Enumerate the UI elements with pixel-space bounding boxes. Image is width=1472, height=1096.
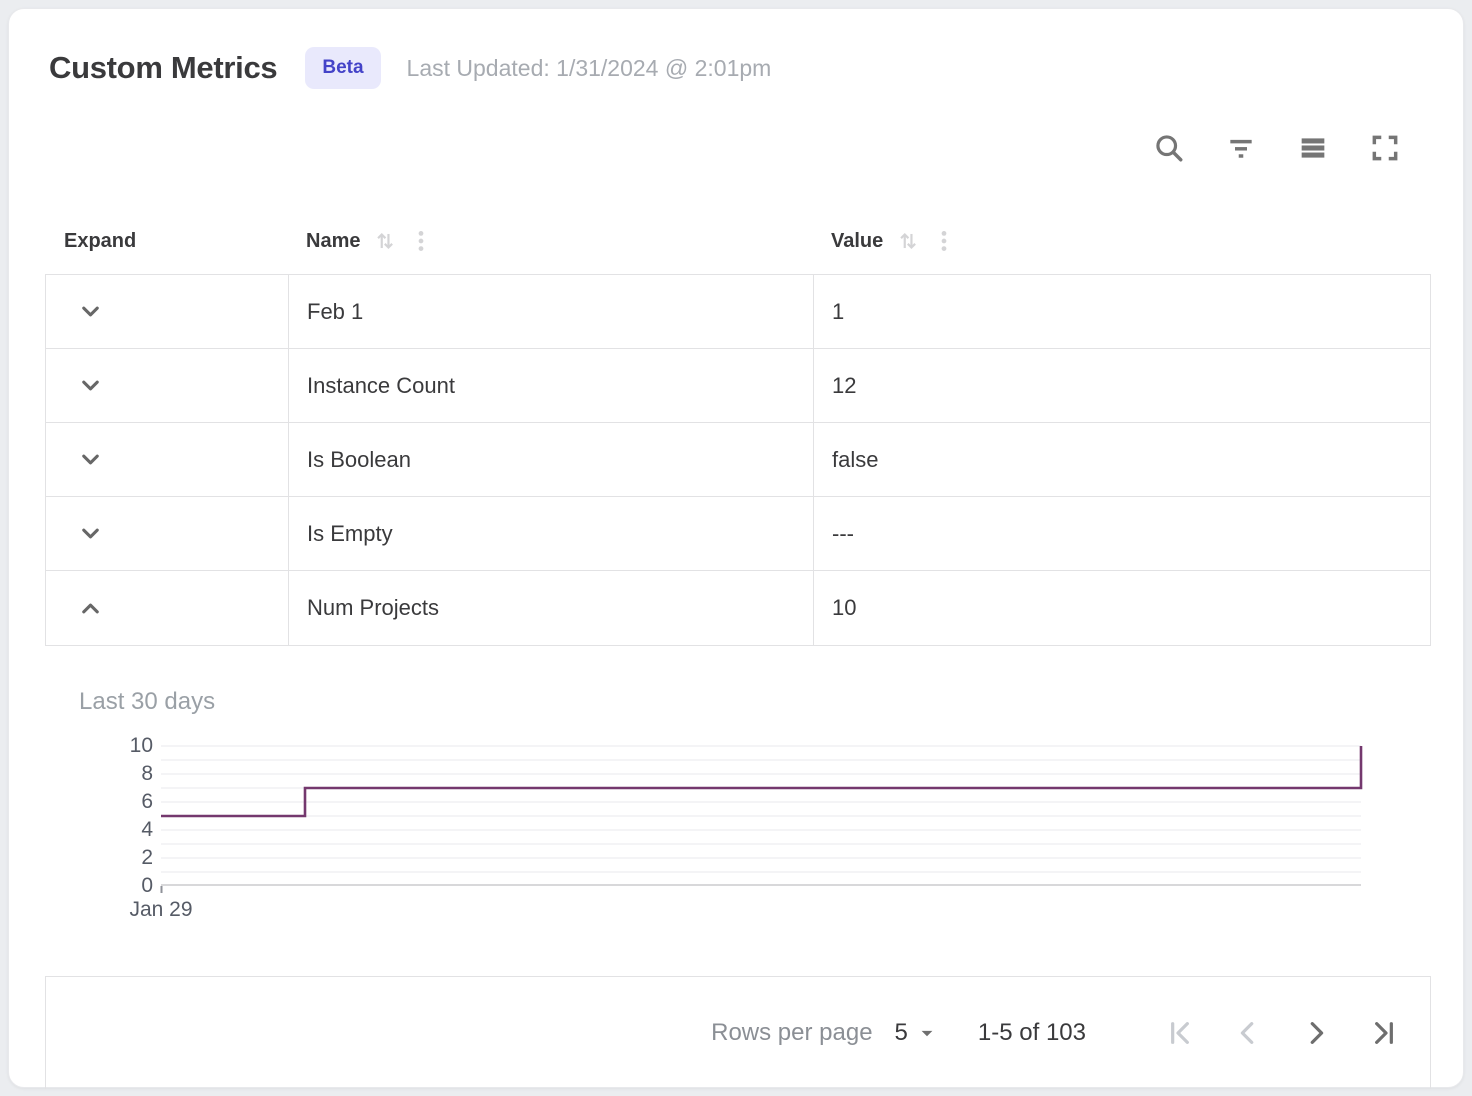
expand-chevron-icon[interactable] (77, 298, 104, 325)
chart-plot-svg (161, 746, 1361, 886)
value-cell: 1 (814, 275, 1430, 348)
table-row: Num Projects 10 (46, 571, 1430, 645)
chart: 0246810 Jan 29 (45, 746, 1431, 886)
table-body: Feb 1 1 Instance Count 12 Is Boolean fal… (45, 274, 1431, 646)
column-menu-icon[interactable] (408, 228, 434, 254)
column-header-value[interactable]: Value (813, 228, 1431, 254)
name-cell: Instance Count (289, 349, 814, 422)
value-cell: 10 (814, 571, 1430, 645)
chart-title: Last 30 days (79, 688, 1431, 716)
y-tick-label: 4 (141, 818, 153, 842)
expand-chevron-icon[interactable] (77, 595, 104, 622)
column-label: Expand (64, 230, 136, 253)
chart-plot: Jan 29 (161, 746, 1361, 886)
sort-icon[interactable] (372, 228, 398, 254)
table-row: Feb 1 1 (46, 275, 1430, 349)
table-toolbar (1153, 132, 1401, 164)
y-tick-label: 8 (141, 762, 153, 786)
fullscreen-icon[interactable] (1369, 132, 1401, 164)
last-updated-text: Last Updated: 1/31/2024 @ 2:01pm (407, 55, 772, 82)
y-axis-labels: 0246810 (45, 746, 153, 886)
column-menu-icon[interactable] (931, 228, 957, 254)
table-row: Is Boolean false (46, 423, 1430, 497)
y-tick-label: 6 (141, 790, 153, 814)
detail-panel: Last 30 days 0246810 Jan 29 (45, 646, 1431, 886)
column-label: Value (831, 230, 883, 253)
pagination-footer: Rows per page 5 1-5 of 103 (45, 976, 1431, 1089)
name-cell: Is Boolean (289, 423, 814, 496)
card-header: Custom Metrics Beta Last Updated: 1/31/2… (49, 47, 771, 89)
value-cell: false (814, 423, 1430, 496)
table-row: Instance Count 12 (46, 349, 1430, 423)
table-row: Is Empty --- (46, 497, 1430, 571)
value-cell: 12 (814, 349, 1430, 422)
next-page-button[interactable] (1300, 1017, 1332, 1049)
filter-icon[interactable] (1225, 132, 1257, 164)
expand-cell (46, 275, 289, 348)
expand-cell (46, 423, 289, 496)
name-cell: Num Projects (289, 571, 814, 645)
y-tick-label: 0 (141, 874, 153, 898)
y-tick-label: 2 (141, 846, 153, 870)
column-label: Name (306, 230, 360, 253)
expand-chevron-icon[interactable] (77, 372, 104, 399)
expand-cell (46, 497, 289, 570)
rows-per-page-select[interactable]: 5 (895, 1019, 908, 1047)
page-title: Custom Metrics (49, 50, 277, 86)
y-tick-label: 10 (130, 734, 153, 758)
expand-cell (46, 349, 289, 422)
table-header-row: Expand Name Value (45, 211, 1431, 271)
column-header-name[interactable]: Name (288, 228, 813, 254)
name-cell: Feb 1 (289, 275, 814, 348)
search-icon[interactable] (1153, 132, 1185, 164)
custom-metrics-card: Custom Metrics Beta Last Updated: 1/31/2… (8, 8, 1464, 1088)
value-cell: --- (814, 497, 1430, 570)
sort-icon[interactable] (895, 228, 921, 254)
first-page-button[interactable] (1164, 1017, 1196, 1049)
expand-chevron-icon[interactable] (77, 446, 104, 473)
rows-per-page-label: Rows per page (711, 1019, 872, 1047)
column-header-expand: Expand (45, 230, 288, 253)
last-page-button[interactable] (1368, 1017, 1400, 1049)
density-icon[interactable] (1297, 132, 1329, 164)
x-axis-label: Jan 29 (129, 898, 192, 922)
expand-chevron-icon[interactable] (77, 520, 104, 547)
caret-down-icon[interactable] (914, 1020, 940, 1046)
beta-badge: Beta (305, 47, 380, 89)
expand-cell (46, 571, 289, 645)
name-cell: Is Empty (289, 497, 814, 570)
page-range-label: 1-5 of 103 (978, 1019, 1086, 1047)
previous-page-button[interactable] (1232, 1017, 1264, 1049)
